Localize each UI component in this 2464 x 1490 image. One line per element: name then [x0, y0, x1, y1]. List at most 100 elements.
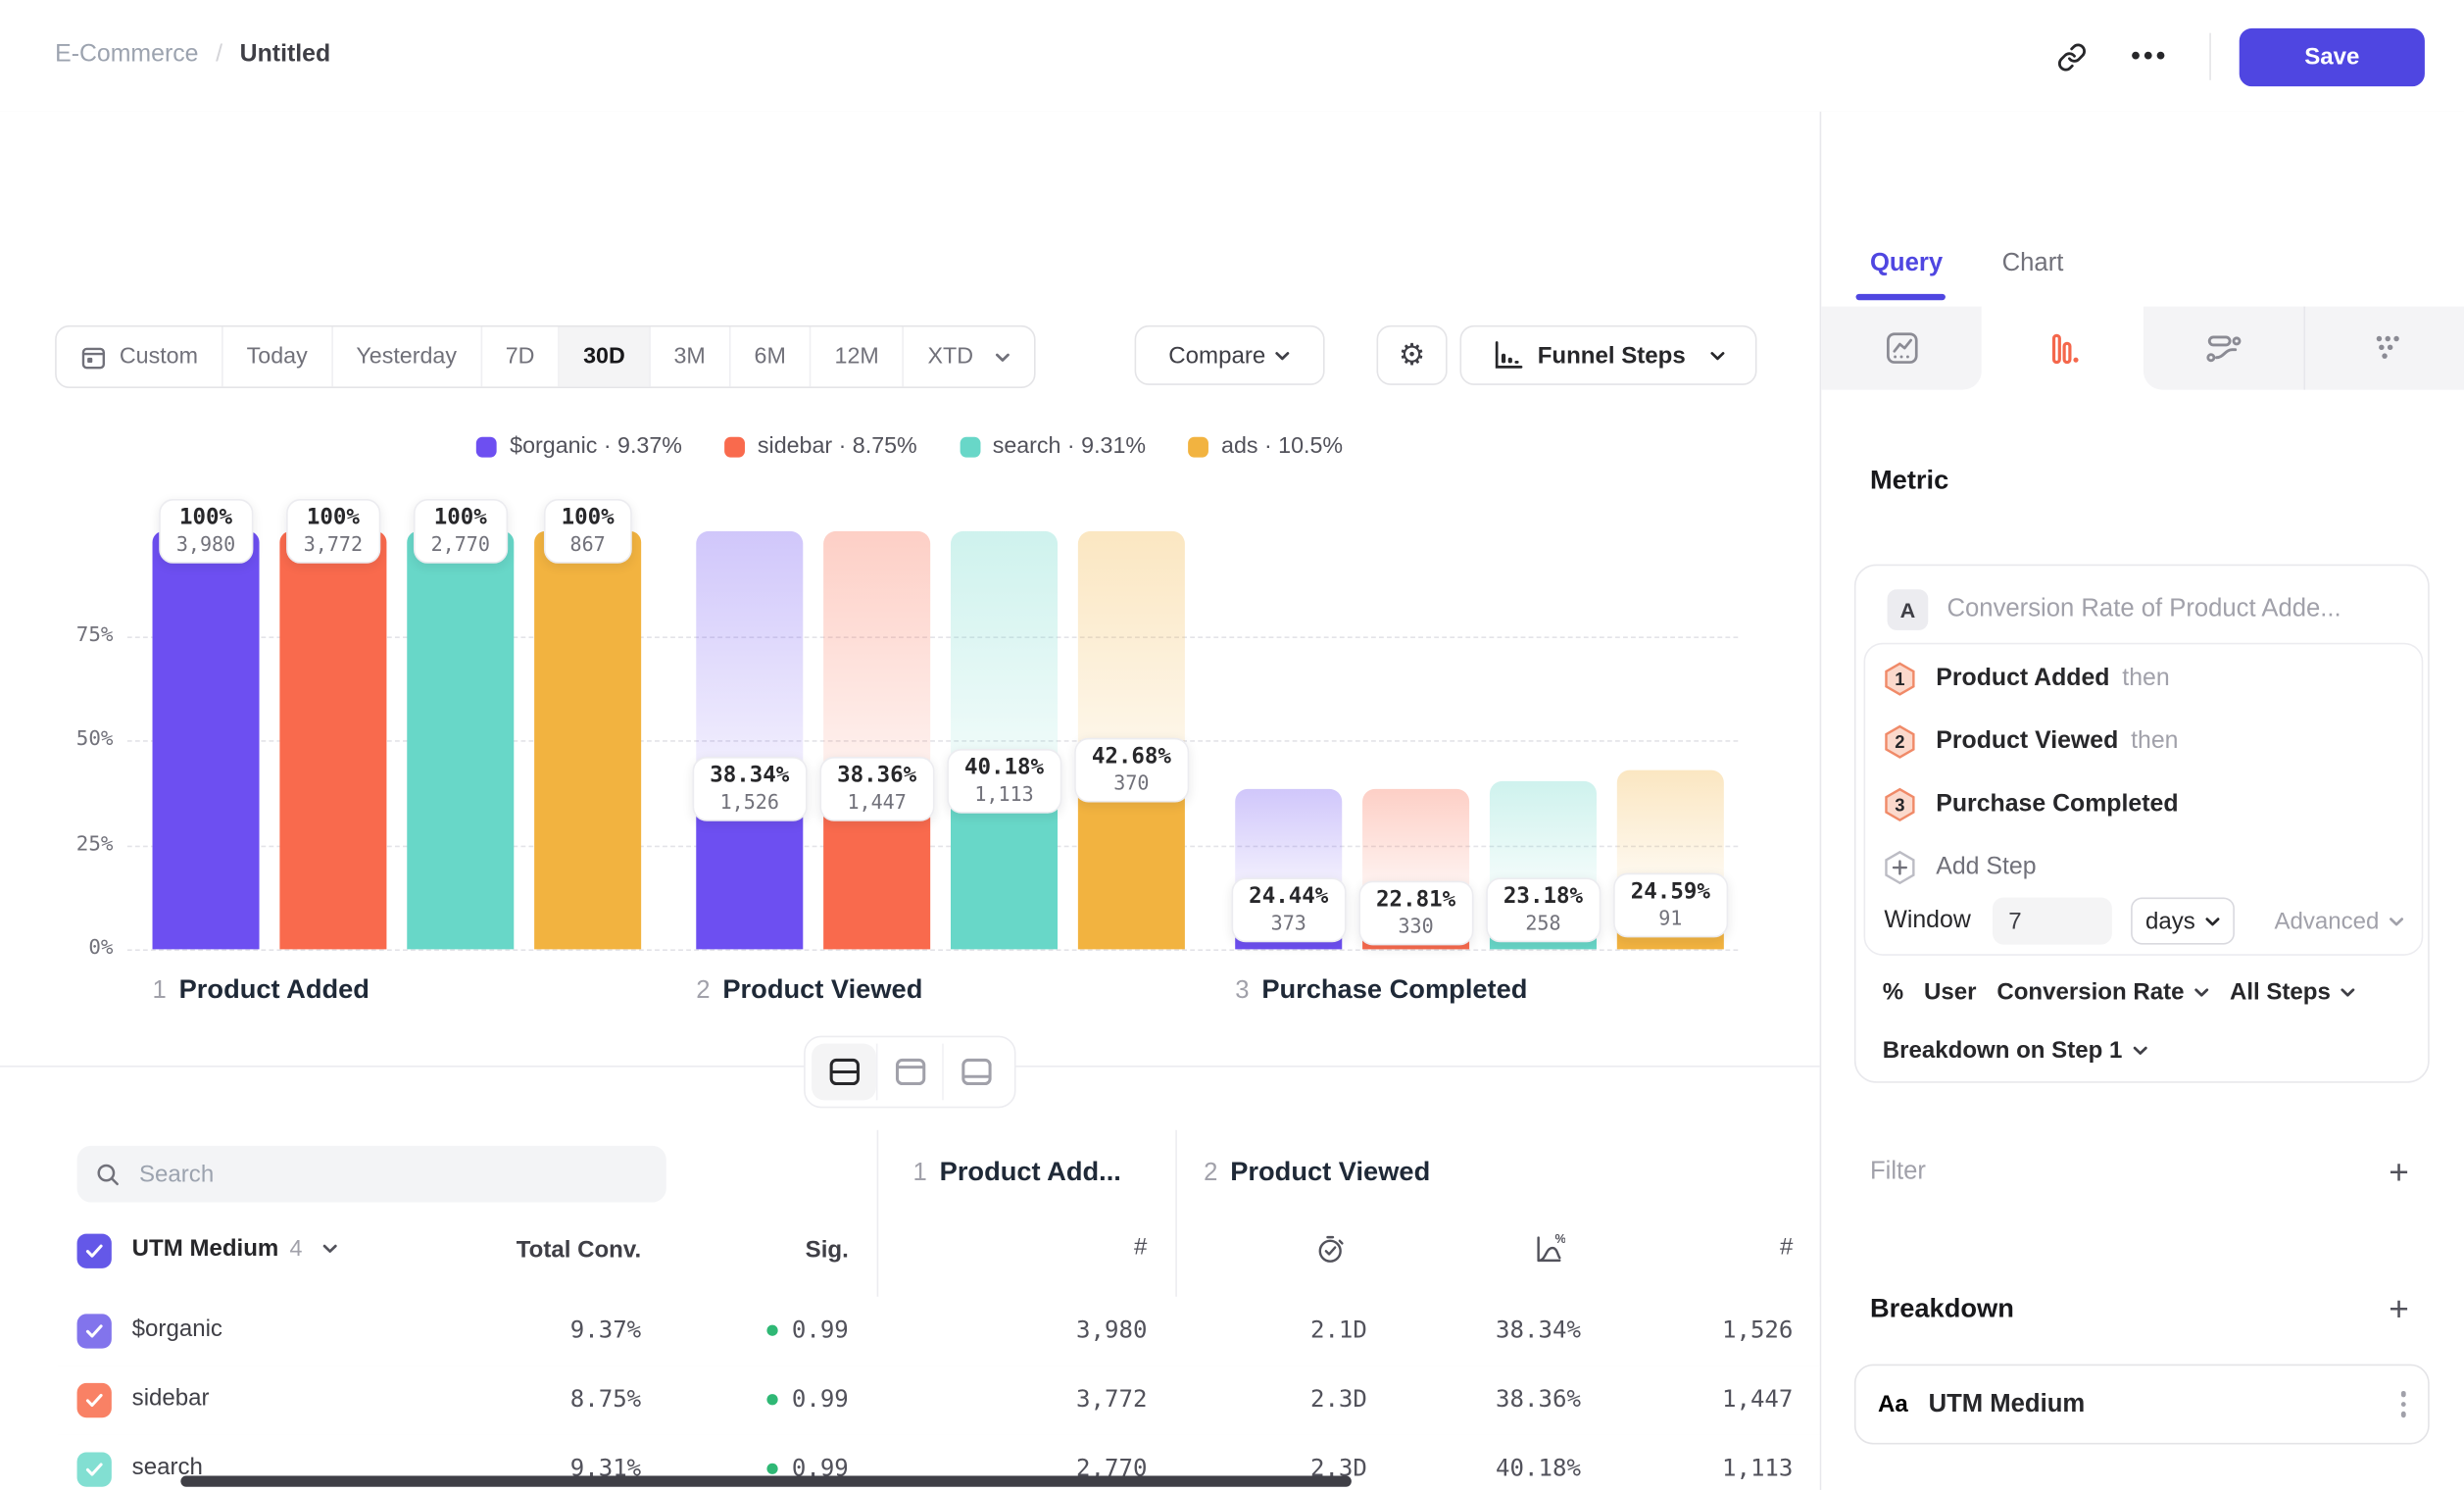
window-value-input[interactable]	[1993, 897, 2112, 944]
legend-swatch	[724, 436, 745, 457]
metric-card: A Conversion Rate of Product Adde... 1Pr…	[1854, 565, 2430, 1083]
measured-as-selector[interactable]: Conversion Rate	[1996, 979, 2209, 1006]
svg-text:2: 2	[1895, 731, 1904, 752]
funnel-bar[interactable]	[534, 531, 641, 949]
metric-name[interactable]: Conversion Rate of Product Adde...	[1947, 596, 2341, 624]
metric-step[interactable]: 2Product Viewedthen	[1884, 717, 2402, 767]
funnel-bar-solid	[279, 531, 386, 949]
range-3m-button[interactable]: 3M	[650, 326, 730, 386]
row-checkbox[interactable]	[77, 1314, 112, 1348]
table-row[interactable]: sidebar0.998.75%3,7722.3D38.36%1,447	[58, 1366, 1819, 1436]
legend-label: search · 9.31%	[993, 434, 1146, 460]
breakdown-property-card[interactable]: Aa UTM Medium	[1854, 1365, 2430, 1445]
row-name: $organic	[132, 1316, 222, 1342]
chart-settings-button[interactable]: ⚙	[1377, 325, 1448, 385]
range-today-button[interactable]: Today	[223, 326, 333, 386]
active-tab-underline	[1856, 294, 1946, 300]
tab-chart[interactable]: Chart	[2002, 250, 2064, 278]
share-link-button[interactable]	[2040, 26, 2102, 86]
breakdown-section-title: Breakdown	[1870, 1294, 2014, 1325]
chart-type-line-tab[interactable]	[1821, 307, 1982, 390]
funnel-steps-card: 1Product Addedthen 2Product Viewedthen 3Pu…	[1864, 643, 2424, 956]
compare-button[interactable]: Compare	[1135, 325, 1325, 385]
select-all-checkbox[interactable]	[77, 1234, 112, 1268]
funnel-step-label: 2Product Viewed	[696, 974, 922, 1006]
chevron-down-icon	[1275, 350, 1291, 361]
range-7d-button[interactable]: 7D	[482, 326, 560, 386]
col-total-conv[interactable]: Total Conv.	[484, 1237, 641, 1264]
kebab-icon[interactable]	[2400, 1391, 2406, 1416]
search-input[interactable]	[136, 1159, 648, 1188]
svg-text:3: 3	[1895, 794, 1904, 815]
funnel-bar[interactable]	[407, 531, 514, 949]
bar-count-label: 1,113	[964, 782, 1044, 806]
query-panel: Query Chart Metric A Conversion Rate of …	[1820, 112, 2464, 1490]
breakdown-on-step-selector[interactable]: Breakdown on Step 1	[1883, 1037, 2147, 1064]
range-12m-button[interactable]: 12M	[811, 326, 904, 386]
more-menu-button[interactable]: •••	[2118, 26, 2181, 86]
steps-scope-selector[interactable]: All Steps	[2230, 979, 2356, 1006]
funnel-bar[interactable]	[153, 531, 260, 949]
counting-selector[interactable]: User	[1924, 979, 1976, 1006]
range-yesterday-button[interactable]: Yesterday	[332, 326, 481, 386]
bar-pct-label: 23.18%	[1503, 884, 1583, 910]
conversion-chart-icon[interactable]: %	[1532, 1232, 1565, 1266]
bar-value-label: 42.68%370	[1074, 739, 1188, 804]
legend-label: ads · 10.5%	[1221, 434, 1343, 460]
layout-split-button[interactable]	[812, 1044, 876, 1101]
funnel-bar[interactable]	[823, 531, 930, 949]
tab-query[interactable]: Query	[1870, 250, 1943, 278]
legend-item[interactable]: $organic · 9.37%	[477, 434, 682, 460]
row-checkbox[interactable]	[77, 1383, 112, 1417]
stopwatch-check-icon[interactable]	[1315, 1234, 1347, 1266]
range-30d-button[interactable]: 30D	[560, 326, 650, 386]
funnel-bar[interactable]	[279, 531, 386, 949]
add-breakdown-button[interactable]: +	[2389, 1292, 2409, 1326]
funnel-step-group: 100%3,980100%3,772100%2,770100%867	[153, 531, 642, 949]
breadcrumb-project[interactable]: E-Commerce	[55, 41, 198, 70]
horizontal-scrollbar-thumb[interactable]	[180, 1476, 1351, 1487]
save-button[interactable]: Save	[2240, 27, 2425, 85]
row-checkbox[interactable]	[77, 1452, 112, 1486]
metric-step[interactable]: 3Purchase Completed	[1884, 779, 2402, 829]
add-filter-button[interactable]: +	[2389, 1155, 2409, 1189]
bar-pct-label: 100%	[562, 505, 615, 530]
chart-type-selector[interactable]: Funnel Steps	[1459, 325, 1756, 385]
legend-item[interactable]: ads · 10.5%	[1188, 434, 1343, 460]
metric-step[interactable]: 1Product Addedthen	[1884, 654, 2402, 704]
table-row[interactable]: $organic0.999.37%3,9802.1D38.34%1,526	[58, 1297, 1819, 1367]
funnel-bar[interactable]	[951, 531, 1058, 949]
range-custom-button[interactable]: Custom	[57, 326, 223, 386]
conversion-config-row: % User Conversion Rate All Steps	[1883, 979, 2356, 1006]
window-label: Window	[1884, 907, 1970, 935]
step-name: Product Added	[179, 974, 370, 1006]
calendar-icon	[80, 343, 107, 370]
group-by-selector[interactable]: UTM Medium 4	[132, 1235, 339, 1262]
row-sig: 0.99	[691, 1316, 848, 1344]
legend-item[interactable]: search · 9.31%	[960, 434, 1146, 460]
layout-table-only-button[interactable]	[942, 1044, 1008, 1101]
step-number-hexagon: 2	[1884, 724, 1915, 759]
col-sig[interactable]: Sig.	[691, 1237, 848, 1264]
funnel-bar[interactable]	[696, 531, 803, 949]
add-step-button[interactable]: Add Step	[1884, 842, 2036, 892]
bar-count-label: 370	[1092, 771, 1171, 795]
advanced-toggle[interactable]: Advanced	[2274, 908, 2404, 934]
funnel-step-label: 1Product Added	[153, 974, 370, 1006]
property-type-badge: Aa	[1878, 1391, 1908, 1417]
breadcrumb-title[interactable]: Untitled	[240, 41, 330, 70]
layout-chart-only-button[interactable]	[876, 1044, 942, 1101]
bar-count-label: 867	[562, 532, 615, 556]
chart-type-scatter-tab[interactable]	[2303, 307, 2464, 390]
chart-type-flows-tab[interactable]	[2143, 307, 2303, 390]
hash-icon[interactable]: #	[1636, 1234, 1793, 1261]
search-icon	[96, 1161, 121, 1187]
hash-icon[interactable]: #	[990, 1234, 1147, 1261]
row-time: 2.3D	[1210, 1384, 1367, 1413]
range-6m-button[interactable]: 6M	[730, 326, 811, 386]
y-tick-label: 0%	[34, 937, 113, 961]
chart-type-funnel-tab[interactable]	[1982, 307, 2143, 390]
window-unit-select[interactable]: days	[2131, 897, 2235, 944]
legend-item[interactable]: sidebar · 8.75%	[724, 434, 917, 460]
range-xtd-button[interactable]: XTD	[904, 326, 1034, 386]
